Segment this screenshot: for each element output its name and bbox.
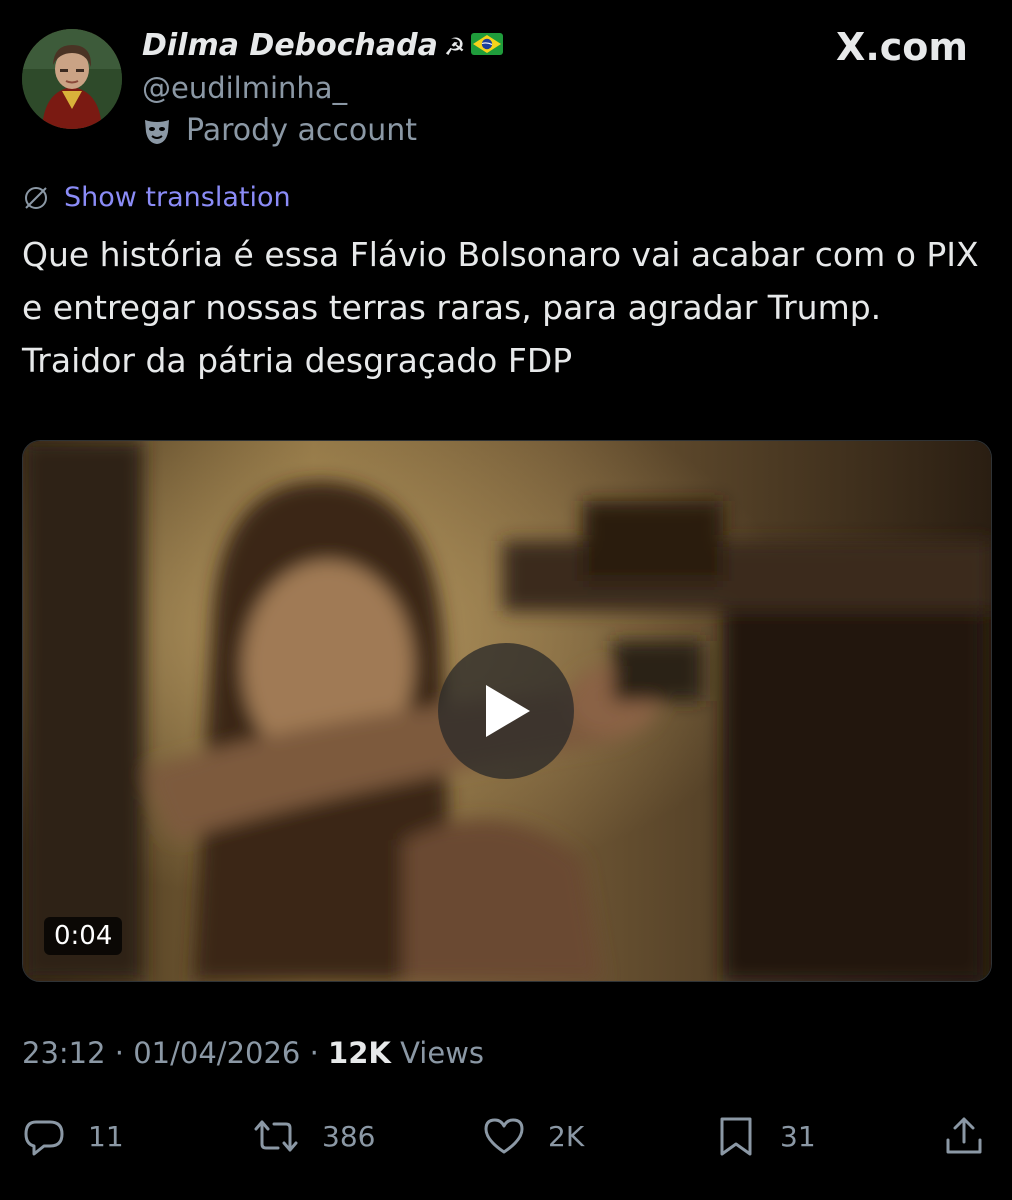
show-translation-link[interactable]: Show translation	[22, 182, 291, 213]
play-icon	[486, 685, 530, 737]
display-name-text: Dilma Debochada	[142, 28, 438, 63]
repost-count: 386	[322, 1119, 376, 1153]
tweet-screenshot: Dilma Debochada ☭ @eudilminha_ Parody acc…	[0, 0, 1012, 1200]
reply-count: 11	[88, 1119, 124, 1153]
repost-button[interactable]: 386	[252, 1108, 375, 1164]
avatar-photo-icon	[22, 29, 122, 129]
repost-icon	[254, 1120, 298, 1152]
bookmark-icon	[720, 1117, 752, 1156]
parody-label-text: Parody account	[186, 113, 418, 148]
tweet-time[interactable]: 23:12	[22, 1036, 106, 1070]
meta-separator: ·	[114, 1036, 125, 1070]
bookmark-count: 31	[780, 1119, 816, 1153]
parody-account-label: Parody account	[142, 113, 417, 148]
share-button[interactable]	[942, 1108, 986, 1164]
action-bar: 11 386 2K 31	[22, 1108, 990, 1164]
avatar[interactable]	[22, 29, 122, 129]
tweet-text: Que história é essa Flávio Bolsonaro vai…	[22, 235, 979, 380]
hammer-sickle-icon: ☭	[443, 33, 466, 61]
author-handle[interactable]: @eudilminha_	[142, 71, 347, 105]
play-button[interactable]	[438, 643, 574, 779]
heart-icon	[484, 1118, 524, 1154]
reply-icon	[24, 1120, 64, 1156]
like-button[interactable]: 2K	[482, 1108, 584, 1164]
like-count: 2K	[548, 1119, 585, 1153]
reply-button[interactable]: 11	[22, 1108, 124, 1164]
meta-separator: ·	[309, 1036, 319, 1070]
show-translation-label: Show translation	[64, 182, 291, 213]
tweet-meta: 23:12 · 01/04/2026 · 12K Views	[22, 1036, 484, 1070]
brazil-flag-icon	[471, 32, 504, 55]
bookmark-button[interactable]: 31	[714, 1108, 816, 1164]
tweet-date[interactable]: 01/04/2026	[133, 1036, 300, 1070]
share-icon	[946, 1117, 982, 1154]
video-player[interactable]: 0:04	[22, 440, 992, 982]
views-count: 12K	[328, 1036, 391, 1070]
author-display-name[interactable]: Dilma Debochada ☭	[142, 28, 504, 63]
theater-mask-icon	[145, 119, 169, 144]
views-label: Views	[400, 1036, 485, 1070]
x-brand-watermark: X.com	[836, 25, 968, 69]
globe-icon	[25, 186, 47, 209]
video-duration-badge: 0:04	[44, 917, 123, 955]
